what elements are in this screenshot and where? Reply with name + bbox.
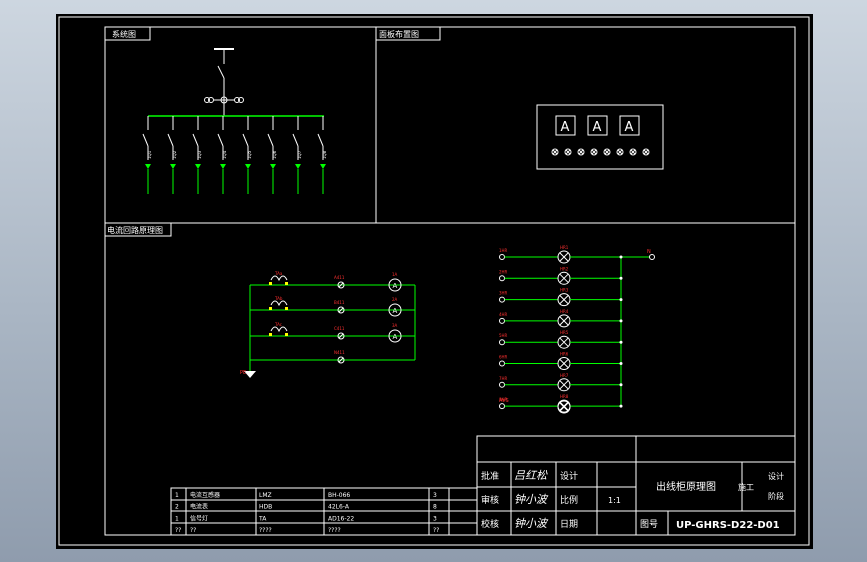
parts-cell-name: 电流互感器 bbox=[190, 491, 220, 499]
breaker-label: 1Q4 bbox=[222, 150, 227, 159]
ct-label: TAb bbox=[274, 296, 283, 301]
terminal-label: B411 bbox=[334, 300, 345, 305]
breaker-label: 1Q6 bbox=[272, 150, 277, 159]
label-review: 审核 bbox=[481, 494, 499, 506]
breaker-label: 1Q5 bbox=[247, 150, 252, 159]
parts-cell-spec: 42L6-A bbox=[328, 504, 350, 511]
system-single-line: 1Q1 1Q2 1Q3 1Q4 1Q5 1Q6 1Q7 1Q8 bbox=[142, 48, 327, 194]
ammeter-label: A bbox=[561, 120, 570, 135]
label-check: 校核 bbox=[481, 518, 499, 530]
parts-cell-no: 1 bbox=[175, 492, 179, 499]
signal-lamp-label: HR8 bbox=[560, 394, 569, 399]
breaker-label: 1Q8 bbox=[322, 150, 327, 159]
parts-cell-qty: ?? bbox=[433, 527, 439, 534]
ammeter-tag: 3A bbox=[392, 323, 398, 328]
current-circuit: PE TAa A411 A 1A TAb B411 A 2A TAc C411 A 3A N411 bbox=[240, 271, 416, 378]
panel-outline bbox=[536, 104, 664, 170]
signature-review: 钟小波 bbox=[514, 493, 549, 506]
label-number: 图号 bbox=[640, 519, 658, 530]
signal-lamp-label: HR1 bbox=[560, 245, 569, 250]
parts-table: 1 电流互感器 LMZ BH-066 3 2 电流表 HDB 42L6-A 8 1 信号灯 TA AD16… bbox=[170, 487, 478, 536]
parts-cell-qty: 8 bbox=[433, 504, 437, 511]
breaker-label: 1Q7 bbox=[297, 150, 302, 159]
parts-cell-spec: BH-066 bbox=[328, 492, 350, 499]
signal-lamp-label: HR7 bbox=[560, 373, 569, 378]
ground-label: PE bbox=[240, 370, 246, 376]
breaker-label: 1Q3 bbox=[197, 150, 202, 159]
ct-label: TAc bbox=[274, 322, 282, 327]
parts-cell-code: HDB bbox=[259, 504, 272, 511]
signal-lamp-label: HR2 bbox=[560, 266, 569, 271]
bus-label: N bbox=[647, 249, 651, 255]
ammeter-label: A bbox=[625, 120, 634, 135]
parts-cell-name: 电流表 bbox=[190, 503, 208, 511]
feeder-group: 1Q1 1Q2 1Q3 1Q4 1Q5 1Q6 1Q7 1Q8 bbox=[142, 116, 327, 194]
svg-text:A: A bbox=[393, 282, 398, 290]
parts-cell-qty: 3 bbox=[433, 492, 437, 499]
ammeter-tag: 1A bbox=[392, 272, 398, 277]
signal-source-label: 1HR bbox=[499, 248, 508, 253]
parts-cell-no: ?? bbox=[175, 527, 181, 534]
parts-cell-name: 信号灯 bbox=[190, 514, 208, 522]
signal-lamp-label: HR6 bbox=[560, 352, 569, 357]
inner-frame bbox=[104, 26, 796, 536]
panel-layout: AAA bbox=[536, 104, 664, 170]
section-title-system: 系统图 bbox=[112, 29, 136, 39]
terminal-label: N411 bbox=[334, 350, 345, 355]
breaker-label: 1Q2 bbox=[172, 150, 177, 159]
signal-source-label: 2HR bbox=[499, 269, 508, 274]
signal-lamp-label: HR5 bbox=[560, 330, 569, 335]
ammeter-label: A bbox=[593, 120, 602, 135]
electrical-drawing: 系统图 面板布置图 电流回路原理图 1Q1 1Q2 1Q3 1Q4 1Q5 1Q6 1Q7 1… bbox=[58, 16, 810, 546]
signal-source-label: 3HR bbox=[499, 291, 508, 296]
parts-cell-spec: ???? bbox=[328, 527, 341, 534]
signal-lamp-label: HR4 bbox=[560, 309, 569, 314]
ct-label: TAa bbox=[274, 271, 283, 276]
label-construction: 施工 bbox=[738, 482, 754, 492]
parts-cell-spec: AD16-22 bbox=[328, 515, 354, 522]
svg-text:A: A bbox=[393, 333, 398, 341]
parts-cell-no: 1 bbox=[175, 515, 179, 522]
section-title-secondary: 电流回路原理图 bbox=[107, 225, 163, 235]
ammeter-tag: 2A bbox=[392, 297, 398, 302]
section-title-panel: 面板布置图 bbox=[379, 29, 419, 39]
label-stage: 阶段 bbox=[768, 491, 784, 501]
label-approve: 批准 bbox=[481, 470, 499, 482]
parts-cell-qty: 3 bbox=[433, 515, 437, 522]
signal-source-label: 6HR bbox=[499, 355, 508, 360]
label-design: 设计 bbox=[560, 470, 578, 482]
signal-source-label: 4HR bbox=[499, 312, 508, 317]
svg-text:A: A bbox=[393, 307, 398, 315]
avs-label: AVS bbox=[499, 398, 509, 404]
terminal-label: A411 bbox=[334, 275, 345, 280]
signal-circuit: N 1HR HR1 2HR HR2 3HR HR3 4HR HR4 5HR HR5 6HR HR6 7H… bbox=[499, 245, 655, 414]
breaker-label: 1Q1 bbox=[147, 150, 152, 159]
parts-cell-name: ?? bbox=[190, 527, 196, 534]
parts-cell-no: 2 bbox=[175, 504, 179, 511]
terminal-label: C411 bbox=[334, 326, 345, 331]
signature-check: 钟小波 bbox=[514, 517, 549, 530]
signal-source-label: 5HR bbox=[499, 333, 508, 338]
signal-lamp-label: HR3 bbox=[560, 288, 569, 293]
signature-approve: 吕红松 bbox=[514, 469, 548, 482]
parts-cell-code: LMZ bbox=[259, 492, 272, 499]
label-design-right: 设计 bbox=[768, 471, 784, 481]
drawing-title: 出线柜原理图 bbox=[656, 480, 716, 493]
signal-source-label: 7HR bbox=[499, 376, 508, 381]
drawing-number: UP-GHRS-D22-D01 bbox=[676, 520, 780, 531]
parts-cell-code: ???? bbox=[259, 527, 272, 534]
drawing-sheet: 系统图 面板布置图 电流回路原理图 1Q1 1Q2 1Q3 1Q4 1Q5 1Q6 1Q7 1… bbox=[56, 14, 813, 549]
scale-value: 1:1 bbox=[608, 496, 621, 505]
parts-cell-code: TA bbox=[258, 515, 267, 522]
label-date: 日期 bbox=[560, 519, 578, 530]
title-block: 批准 审核 校核 吕红松 钟小波 钟小波 设计 比例 日期 1:1 出线柜原理图… bbox=[476, 435, 796, 536]
outer-frame bbox=[58, 16, 810, 546]
label-proportion: 比例 bbox=[560, 494, 578, 506]
